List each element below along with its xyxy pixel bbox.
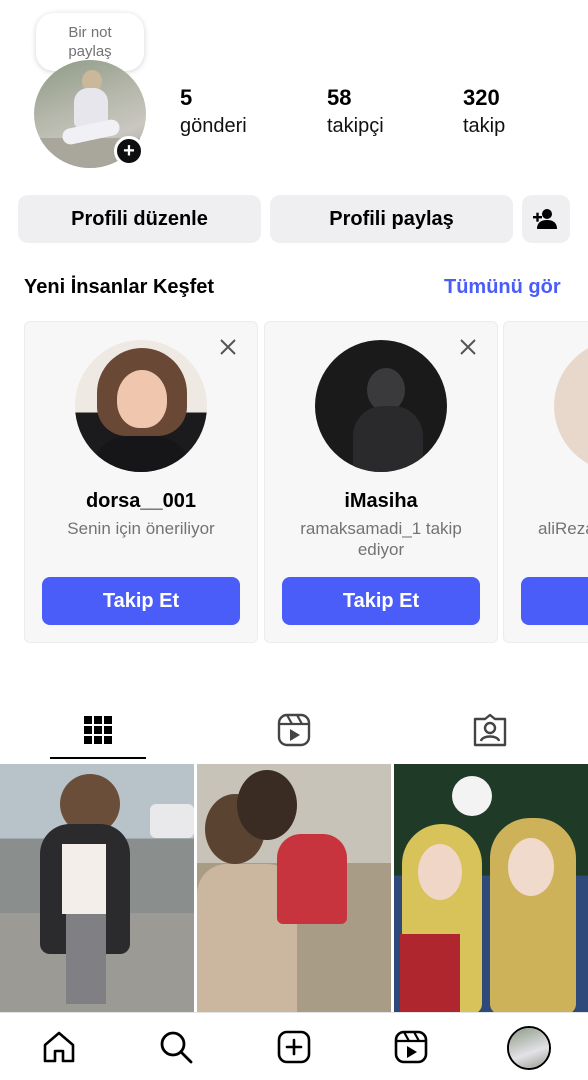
share-profile-button[interactable]: Profili paylaş xyxy=(270,195,513,243)
see-all-link[interactable]: Tümünü gör xyxy=(444,276,561,299)
stat-posts-label: gönderi xyxy=(180,115,247,137)
suggestion-avatar[interactable] xyxy=(554,340,588,472)
profile-avatar-wrap[interactable]: + xyxy=(34,60,146,172)
home-icon xyxy=(43,1031,75,1063)
create-icon xyxy=(277,1030,311,1064)
follow-button[interactable]: T xyxy=(521,577,588,625)
suggestion-avatar[interactable] xyxy=(75,340,207,472)
post-thumbnail[interactable] xyxy=(197,764,391,1012)
search-icon xyxy=(160,1031,193,1064)
suggestion-card[interactable]: iMasiha ramaksamadi_1 takip ediyor Takip… xyxy=(264,321,498,643)
follow-button[interactable]: Takip Et xyxy=(282,577,480,625)
tab-reels[interactable] xyxy=(196,700,392,760)
stat-following-count: 320 xyxy=(463,85,500,110)
reels-icon xyxy=(394,1030,428,1064)
stat-followers[interactable]: 58 takipçi xyxy=(327,84,384,140)
stat-posts-count: 5 xyxy=(180,85,193,110)
suggestion-reason: aliReza xyxy=(538,519,588,538)
suggestion-avatar[interactable] xyxy=(315,340,447,472)
person-add-icon xyxy=(533,209,557,229)
close-icon[interactable] xyxy=(457,336,479,358)
add-story-button[interactable]: + xyxy=(114,136,144,166)
tagged-icon xyxy=(473,713,507,747)
suggestion-reason: Senin için öneriliyor xyxy=(67,519,215,538)
note-text-line2: paylaş xyxy=(68,43,112,60)
note-text-line1: Bir not xyxy=(68,24,112,41)
nav-home[interactable] xyxy=(41,1029,77,1065)
active-tab-indicator xyxy=(50,757,146,759)
suggestion-username[interactable]: dorsa__001 xyxy=(25,490,257,513)
post-thumbnail[interactable] xyxy=(0,764,194,1012)
nav-search[interactable] xyxy=(158,1029,194,1065)
tab-posts-grid[interactable] xyxy=(0,700,196,760)
bottom-navigation xyxy=(0,1012,588,1080)
follow-button[interactable]: Takip Et xyxy=(42,577,240,625)
stat-following[interactable]: 320 takip xyxy=(463,84,505,140)
suggestion-card[interactable]: aliReza T xyxy=(503,321,588,643)
stat-followers-label: takipçi xyxy=(327,115,384,137)
reels-icon xyxy=(277,713,311,747)
tab-tagged[interactable] xyxy=(392,700,588,760)
stat-following-label: takip xyxy=(463,115,506,137)
edit-profile-button[interactable]: Profili düzenle xyxy=(18,195,261,243)
suggestion-username[interactable]: iMasiha xyxy=(265,490,497,513)
suggestion-reason: ramaksamadi_1 takip ediyor xyxy=(300,519,462,559)
stat-followers-count: 58 xyxy=(327,85,352,110)
post-thumbnail[interactable] xyxy=(394,764,588,1012)
discover-people-button[interactable] xyxy=(522,195,570,243)
suggestion-card[interactable]: dorsa__001 Senin için öneriliyor Takip E… xyxy=(24,321,258,643)
suggestion-card-clip: aliReza T xyxy=(503,321,588,643)
nav-profile[interactable] xyxy=(507,1026,551,1070)
stat-posts[interactable]: 5 gönderi xyxy=(180,84,247,140)
nav-create[interactable] xyxy=(276,1029,312,1065)
discover-title: Yeni İnsanlar Keşfet xyxy=(24,276,215,298)
profile-avatar xyxy=(509,1028,549,1068)
nav-reels[interactable] xyxy=(393,1029,429,1065)
close-icon[interactable] xyxy=(217,336,239,358)
grid-icon xyxy=(84,716,112,744)
